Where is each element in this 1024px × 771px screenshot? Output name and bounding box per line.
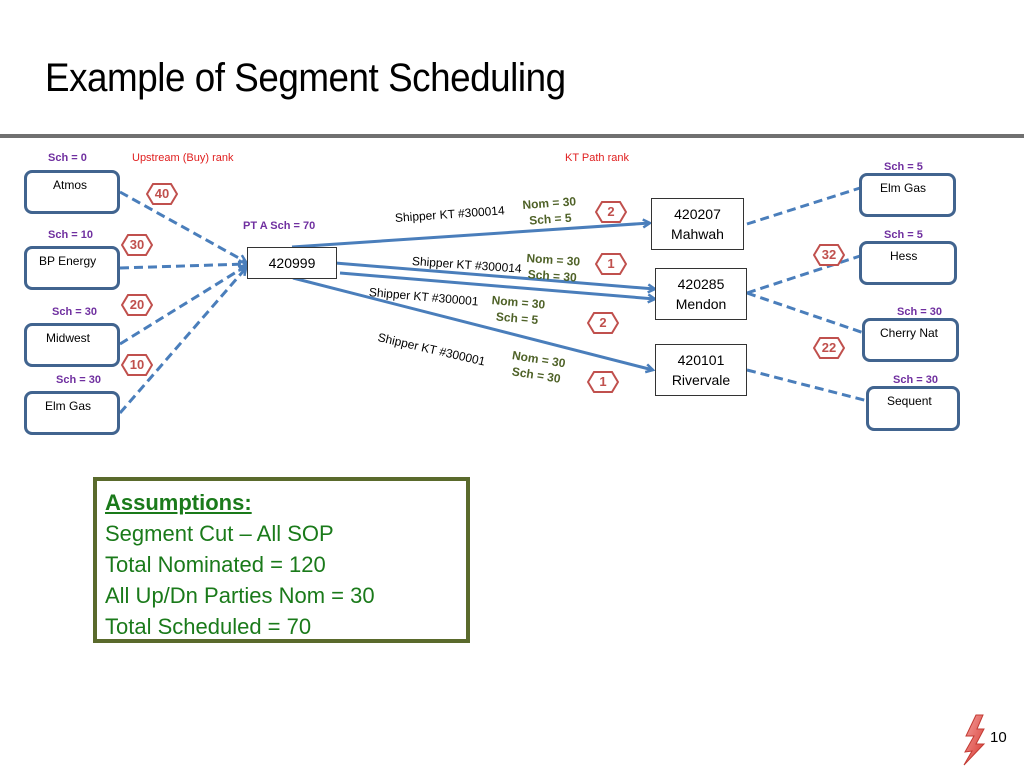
downstream-party-elm-gas[interactable]: Elm Gas (859, 173, 956, 217)
rank-badge-atmos: 40 (146, 183, 178, 205)
point-name: Rivervale (671, 372, 731, 388)
rank-value: 2 (607, 204, 615, 219)
upstream-party-midwest[interactable]: Midwest (24, 323, 120, 367)
nom-sch-path-1: Nom = 30 Sch = 5 (522, 193, 578, 229)
point-id: 420101 (677, 352, 725, 368)
upstream-connector-elm-gas (118, 268, 246, 414)
nom-sch-path-3: Nom = 30 Sch = 5 (490, 292, 546, 329)
upstream-connector-bp-energy (119, 264, 246, 270)
rank-value: 40 (154, 186, 170, 201)
rank-value: 32 (821, 247, 837, 262)
rank-value: 1 (607, 256, 615, 271)
kt-rank-badge-path-1: 2 (595, 201, 627, 223)
rank-value: 10 (129, 357, 145, 372)
assumption-line: Total Nominated = 120 (105, 552, 326, 577)
downstream-sch-elm-gas: Sch = 5 (884, 161, 923, 173)
downstream-sch-cherry-nat: Sch = 30 (897, 306, 942, 318)
rank-badge-elm-gas: 10 (121, 354, 153, 376)
party-name: Elm Gas (880, 181, 927, 195)
pool-point-420999[interactable]: 420999 (247, 247, 337, 279)
party-name: Elm Gas (45, 399, 92, 413)
point-name: Mendon (675, 296, 727, 312)
assumption-line: Segment Cut – All SOP (105, 521, 334, 546)
downstream-connector-cherry-nat (746, 291, 865, 335)
nom-sch-path-2: Nom = 30 Sch = 30 (525, 250, 581, 286)
point-name: Mahwah (671, 226, 724, 242)
rank-value: 30 (129, 237, 145, 252)
rank-badge-hess: 32 (813, 244, 845, 266)
party-name: Sequent (887, 394, 932, 408)
downstream-party-hess[interactable]: Hess (859, 241, 957, 285)
upstream-party-atmos[interactable]: Atmos (24, 170, 120, 214)
lightning-bolt-icon (962, 714, 988, 771)
upstream-sch-atmos: Sch = 0 (48, 152, 87, 164)
point-id: 420285 (677, 276, 725, 292)
delivery-point-420285[interactable]: 420285 Mendon (655, 268, 747, 320)
assumptions-heading: Assumptions: (105, 490, 252, 515)
delivery-point-420101[interactable]: 420101 Rivervale (655, 344, 747, 396)
kt-path-rank-header: KT Path rank (565, 152, 629, 164)
downstream-connector-elm-gas (746, 186, 861, 226)
kt-path-mahwah (291, 223, 650, 249)
assumption-line: All Up/Dn Parties Nom = 30 (105, 583, 375, 608)
pool-point-sch: PT A Sch = 70 (243, 220, 316, 232)
rank-value: 22 (821, 340, 837, 355)
upstream-rank-header: Upstream (Buy) rank (132, 152, 234, 164)
downstream-sch-sequent: Sch = 30 (893, 374, 938, 386)
page-number: 10 (990, 729, 1007, 746)
rank-badge-cherry-nat: 22 (813, 337, 845, 359)
party-name: Atmos (53, 178, 88, 192)
kt-rank-badge-path-3: 2 (587, 312, 619, 334)
connector-layer (118, 186, 869, 414)
downstream-connector-sequent (746, 368, 869, 403)
downstream-party-cherry-nat[interactable]: Cherry Nat (862, 318, 959, 362)
downstream-sch-hess: Sch = 5 (884, 229, 923, 241)
party-name: Midwest (46, 331, 91, 345)
assumption-line: Total Scheduled = 70 (105, 614, 312, 639)
rank-badge-midwest: 20 (121, 294, 153, 316)
upstream-sch-bp-energy: Sch = 10 (48, 229, 93, 241)
upstream-sch-midwest: Sch = 30 (52, 306, 97, 318)
upstream-party-elm-gas[interactable]: Elm Gas (24, 391, 120, 435)
rank-badge-bp-energy: 30 (121, 234, 153, 256)
assumptions-box: Assumptions: Segment Cut – All SOP Total… (93, 477, 470, 643)
kt-rank-badge-path-2: 1 (595, 253, 627, 275)
downstream-party-sequent[interactable]: Sequent (866, 386, 960, 431)
rank-value: 20 (129, 297, 145, 312)
delivery-point-420207[interactable]: 420207 Mahwah (651, 198, 744, 250)
kt-rank-badge-path-4: 1 (587, 371, 619, 393)
point-id: 420207 (674, 206, 721, 222)
upstream-sch-elm-gas: Sch = 30 (56, 374, 101, 386)
rank-value: 1 (599, 374, 607, 389)
party-name: Cherry Nat (880, 326, 939, 340)
party-name: Hess (890, 249, 918, 263)
party-name: BP Energy (39, 254, 97, 268)
rank-value: 2 (599, 315, 607, 330)
upstream-party-bp-energy[interactable]: BP Energy (24, 246, 120, 290)
